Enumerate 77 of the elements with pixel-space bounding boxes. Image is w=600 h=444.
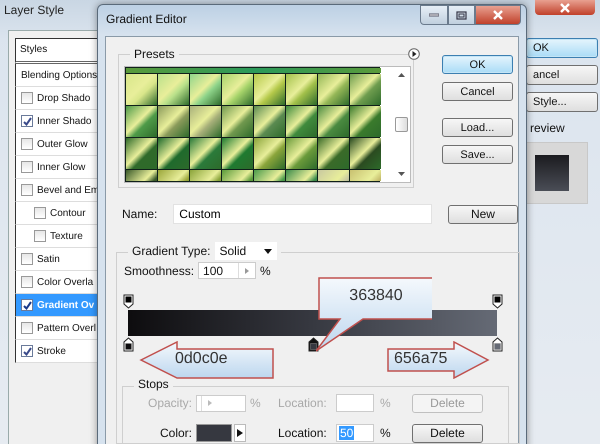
opacity-field[interactable] [196,394,246,412]
preview-swatch [535,155,569,191]
style-label: Pattern Overl [37,322,96,334]
scroll-thumb[interactable] [394,117,408,132]
dialog-button[interactable]: ancel [526,65,598,85]
checkbox[interactable] [21,322,33,334]
caret-icon [264,248,272,254]
close-button[interactable] [535,0,595,15]
style-label: Drop Shado [37,92,90,104]
style-label: Texture [50,230,83,242]
scroll-down-icon[interactable] [398,172,404,176]
style-label: Satin [37,254,60,264]
style-label: Stroke [37,346,66,356]
percent-label: % [379,426,392,440]
name-label: Name: [121,207,158,221]
checkbox[interactable] [21,253,33,265]
menu-arrow-icon[interactable] [408,48,420,60]
dialog-button[interactable]: OK [526,38,598,58]
dialog-button[interactable]: Cancel [442,82,513,101]
style-label: Inner Shado [37,116,92,126]
scroll-up-icon[interactable] [398,73,404,77]
color-swatch[interactable] [196,424,232,442]
location-label: Location: [278,426,328,440]
style-label: Outer Glow [37,138,88,150]
gradient-type-label: Gradient Type: [132,243,210,259]
opacity-stop[interactable] [492,294,503,309]
style-label: Inner Glow [37,162,86,172]
checkbox[interactable] [21,276,33,288]
checkbox[interactable] [21,345,33,357]
caret-icon[interactable] [237,429,243,437]
checkbox[interactable] [21,115,33,127]
dialog-button[interactable]: Style... [526,92,598,112]
smoothness-field[interactable]: 100 [198,262,256,279]
style-label: Gradient Ov [37,300,94,310]
smoothness-label: Smoothness: [124,264,194,278]
style-label: Color Overla [37,276,94,288]
dialog-button[interactable]: OK [442,55,513,74]
name-field[interactable]: Custom [173,204,432,224]
checkbox[interactable] [21,299,33,311]
preview-label: review [529,121,566,135]
color-picker[interactable] [196,424,246,442]
callout: 363840 [316,277,432,353]
color-stop[interactable] [308,337,318,352]
close-icon [558,2,572,12]
color-stop[interactable] [123,337,134,352]
gradient-swatch-grid[interactable] [125,67,380,182]
checkbox[interactable] [21,138,33,150]
callout: 656a75 [386,341,490,379]
gradient-type-dropdown[interactable]: Solid [214,242,276,260]
percent-label: % [379,396,392,410]
stop-label: Opacity: [146,396,192,410]
maximize-icon [456,10,467,20]
delete-button[interactable]: Delete [412,424,483,442]
checkbox[interactable] [34,230,46,242]
checkbox[interactable] [21,92,33,104]
style-label: Contour [50,208,86,218]
checkbox[interactable] [34,207,46,219]
window-title: Gradient Editor [106,12,187,26]
checkbox[interactable] [21,184,33,196]
maximize-button[interactable] [448,5,475,25]
percent-label: % [249,396,262,410]
location-label: Location: [278,396,328,410]
new-button[interactable]: New [448,204,518,224]
dialog-button[interactable]: Load... [442,118,513,137]
close-button[interactable] [475,5,521,25]
close-icon [491,10,505,20]
color-stop[interactable] [492,337,503,352]
dialog-button[interactable]: Save... [442,145,513,164]
checkbox[interactable] [21,161,33,173]
callout: 0d0c0e [139,341,275,379]
minimize-button[interactable] [420,5,448,25]
opacity-stop[interactable] [123,294,134,309]
location-field[interactable] [336,394,374,412]
percent-label: % [260,264,271,278]
window-title: Layer Style [4,3,64,17]
stop-label: Color: [158,426,192,440]
minimize-icon [429,13,439,17]
